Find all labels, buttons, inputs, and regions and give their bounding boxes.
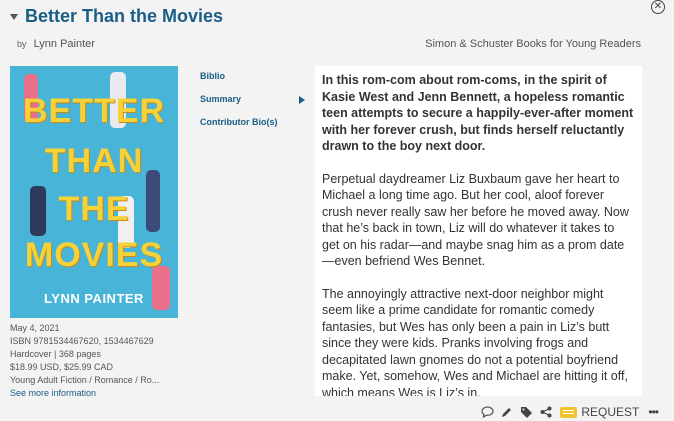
action-toolbar: REQUEST ••• [474, 404, 659, 420]
nav-item-biblio[interactable]: Biblio [200, 70, 308, 93]
detail-nav: Biblio Summary Contributor Bio(s) [200, 70, 308, 139]
request-button[interactable]: REQUEST [560, 405, 639, 419]
request-label: REQUEST [581, 405, 640, 419]
tags-icon[interactable] [520, 406, 533, 418]
collapse-caret-icon[interactable] [10, 13, 18, 20]
nav-item-contributor-bios[interactable]: Contributor Bio(s) [200, 116, 308, 139]
close-button[interactable]: ✕ [651, 0, 665, 14]
author-name[interactable]: Lynn Painter [34, 38, 95, 50]
price: $18.99 USD, $25.99 CAD [10, 362, 114, 372]
book-cover-image[interactable]: BETTER THAN THE MOVIES LYNN PAINTER [10, 66, 178, 318]
summary-paragraph: Perpetual daydreamer Liz Buxbaum gave he… [322, 171, 629, 269]
cover-title-line: THE [58, 190, 130, 228]
publisher-name: Simon & Schuster Books for Young Readers [425, 38, 641, 50]
nav-item-label: Contributor Bio(s) [200, 117, 278, 127]
comment-icon[interactable] [481, 406, 494, 418]
genre: Young Adult Fiction / Romance / Ro... [10, 375, 160, 385]
summary-paragraph: The annoyingly attractive next-door neig… [322, 286, 628, 397]
active-arrow-icon [299, 96, 305, 104]
request-icon [560, 406, 578, 418]
by-label: by [17, 39, 27, 49]
nav-item-label: Biblio [200, 71, 225, 81]
book-title[interactable]: Better Than the Movies [25, 6, 223, 27]
summary-lead: In this rom-com about rom-coms, in the s… [322, 73, 634, 153]
format: Hardcover | 368 pages [10, 349, 101, 359]
publish-date: May 4, 2021 [10, 323, 60, 333]
more-options-button[interactable]: ••• [648, 405, 659, 419]
cover-title-line: THAN [44, 142, 144, 180]
cover-author: LYNN PAINTER [44, 291, 144, 306]
book-metadata: May 4, 2021 ISBN 9781534467620, 15344676… [10, 322, 185, 400]
nav-item-label: Summary [200, 94, 242, 104]
cover-title-line: MOVIES [24, 236, 164, 274]
byline: by Lynn Painter [17, 38, 95, 50]
title-row: Better Than the Movies [10, 6, 223, 27]
nav-item-summary[interactable]: Summary [200, 93, 308, 116]
pencil-icon[interactable] [501, 406, 513, 418]
cover-title-line: BETTER [23, 92, 165, 130]
share-icon[interactable] [540, 406, 552, 418]
see-more-link[interactable]: See more information [10, 387, 185, 400]
isbn: ISBN 9781534467620, 1534467629 [10, 336, 154, 346]
summary-panel[interactable]: In this rom-com about rom-coms, in the s… [315, 66, 642, 396]
